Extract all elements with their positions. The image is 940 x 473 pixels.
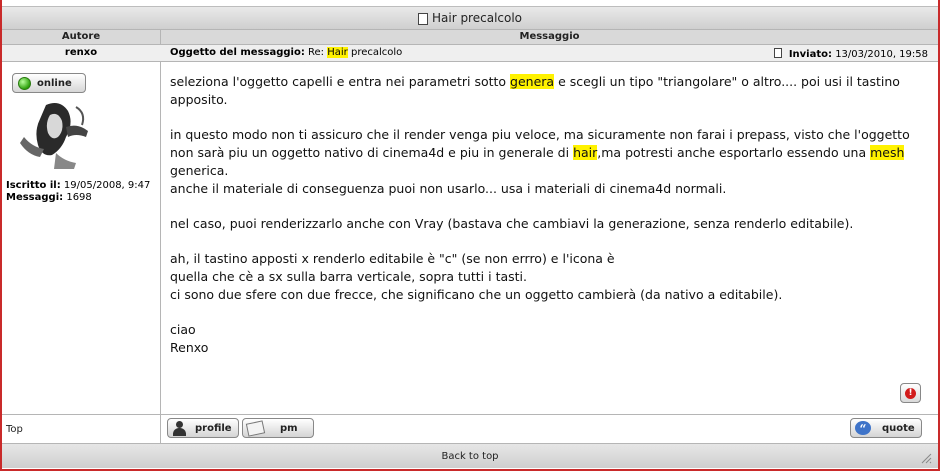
quote-button-label: quote [882, 422, 915, 434]
avatar [16, 97, 96, 169]
posts-label: Messaggi: [6, 192, 64, 203]
top-link[interactable]: Top [6, 424, 23, 435]
subject-prefix: Re: [308, 47, 325, 58]
topic-title-bar: Hair precalcolo [2, 6, 938, 30]
topic-title: Hair precalcolo [431, 11, 523, 25]
back-to-top-link[interactable]: Back to top [441, 451, 498, 462]
post-link-icon[interactable] [773, 48, 782, 58]
post-paragraph: ah, il tastino apposti x renderlo editab… [170, 251, 783, 302]
posts-value: 1698 [66, 192, 92, 203]
pm-button[interactable]: pm [242, 418, 314, 438]
post-paragraph: nel caso, puoi renderizzarlo anche con V… [170, 216, 854, 231]
column-header-author: Autore [61, 31, 101, 42]
forum-post-frame: Hair precalcolo Autore Messaggio renxo O… [0, 0, 940, 471]
warning-icon: ! [905, 387, 916, 399]
online-status-label: online [37, 77, 72, 89]
resize-grip-icon[interactable] [920, 452, 932, 464]
pm-button-label: pm [280, 422, 298, 434]
message-icon [246, 420, 264, 436]
quote-button[interactable]: “ quote [850, 418, 922, 438]
post-info-row: renxo Oggetto del messaggio: Re: Hair pr… [2, 45, 938, 62]
joined-label: Iscritto il: [6, 180, 61, 191]
online-status-badge: online [12, 73, 86, 93]
back-to-top-bar: Back to top [2, 443, 938, 468]
author-stats: Iscritto il: 19/05/2008, 9:47 Messaggi: … [6, 180, 150, 204]
sent-label: Inviato: [788, 49, 832, 60]
post-subject: Oggetto del messaggio: Re: Hair precalco… [170, 47, 402, 58]
sent-date: 13/03/2010, 19:58 [835, 49, 928, 60]
subject-rest: precalcolo [350, 47, 403, 58]
profile-button[interactable]: profile [167, 418, 239, 438]
post-sent-info: Inviato: 13/03/2010, 19:58 [773, 47, 928, 60]
column-header-message: Messaggio [519, 31, 580, 42]
post-paragraph: seleziona l'oggetto capelli e entra nei … [170, 74, 900, 107]
post-signature: ciao Renxo [170, 322, 209, 355]
search-highlight: hair [573, 145, 598, 160]
column-divider [160, 30, 161, 443]
user-icon [171, 420, 189, 436]
post-author-name[interactable]: renxo [2, 47, 160, 58]
subject-label: Oggetto del messaggio: [170, 47, 305, 58]
subject-highlight: Hair [327, 47, 348, 58]
report-post-button[interactable]: ! [900, 383, 921, 403]
document-icon [417, 13, 428, 25]
joined-value: 19/05/2008, 9:47 [63, 180, 151, 191]
column-header-row: Autore Messaggio [2, 30, 938, 45]
online-indicator-icon [18, 76, 31, 90]
profile-button-label: profile [195, 422, 232, 434]
post-footer-divider [2, 414, 938, 415]
search-highlight: mesh [870, 145, 905, 160]
post-body: seleziona l'oggetto capelli e entra nei … [170, 73, 930, 374]
quote-icon: “ [854, 420, 872, 436]
search-highlight: genera [510, 74, 555, 89]
post-paragraph: in questo modo non ti assicuro che il re… [170, 127, 910, 196]
